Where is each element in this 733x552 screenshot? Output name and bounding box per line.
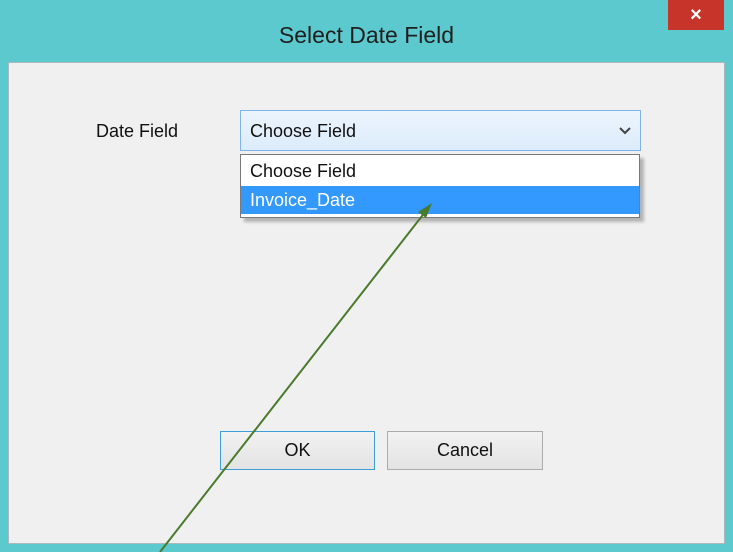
cancel-button[interactable]: Cancel xyxy=(387,431,543,470)
close-button[interactable]: × xyxy=(668,0,724,30)
date-field-select[interactable]: Choose Field xyxy=(240,110,641,151)
option-choose-field[interactable]: Choose Field xyxy=(241,157,639,185)
dropdown-list: Choose Field Invoice_Date xyxy=(240,154,640,218)
dialog-title: Select Date Field xyxy=(278,22,455,48)
ok-button[interactable]: OK xyxy=(220,431,375,470)
chevron-down-icon xyxy=(619,127,631,135)
date-field-label: Date Field xyxy=(96,121,179,141)
select-value: Choose Field xyxy=(250,121,357,141)
option-invoice-date[interactable]: Invoice_Date xyxy=(241,186,639,214)
title-bar[interactable]: Select Date Field × xyxy=(0,0,733,62)
close-icon: × xyxy=(690,3,702,26)
